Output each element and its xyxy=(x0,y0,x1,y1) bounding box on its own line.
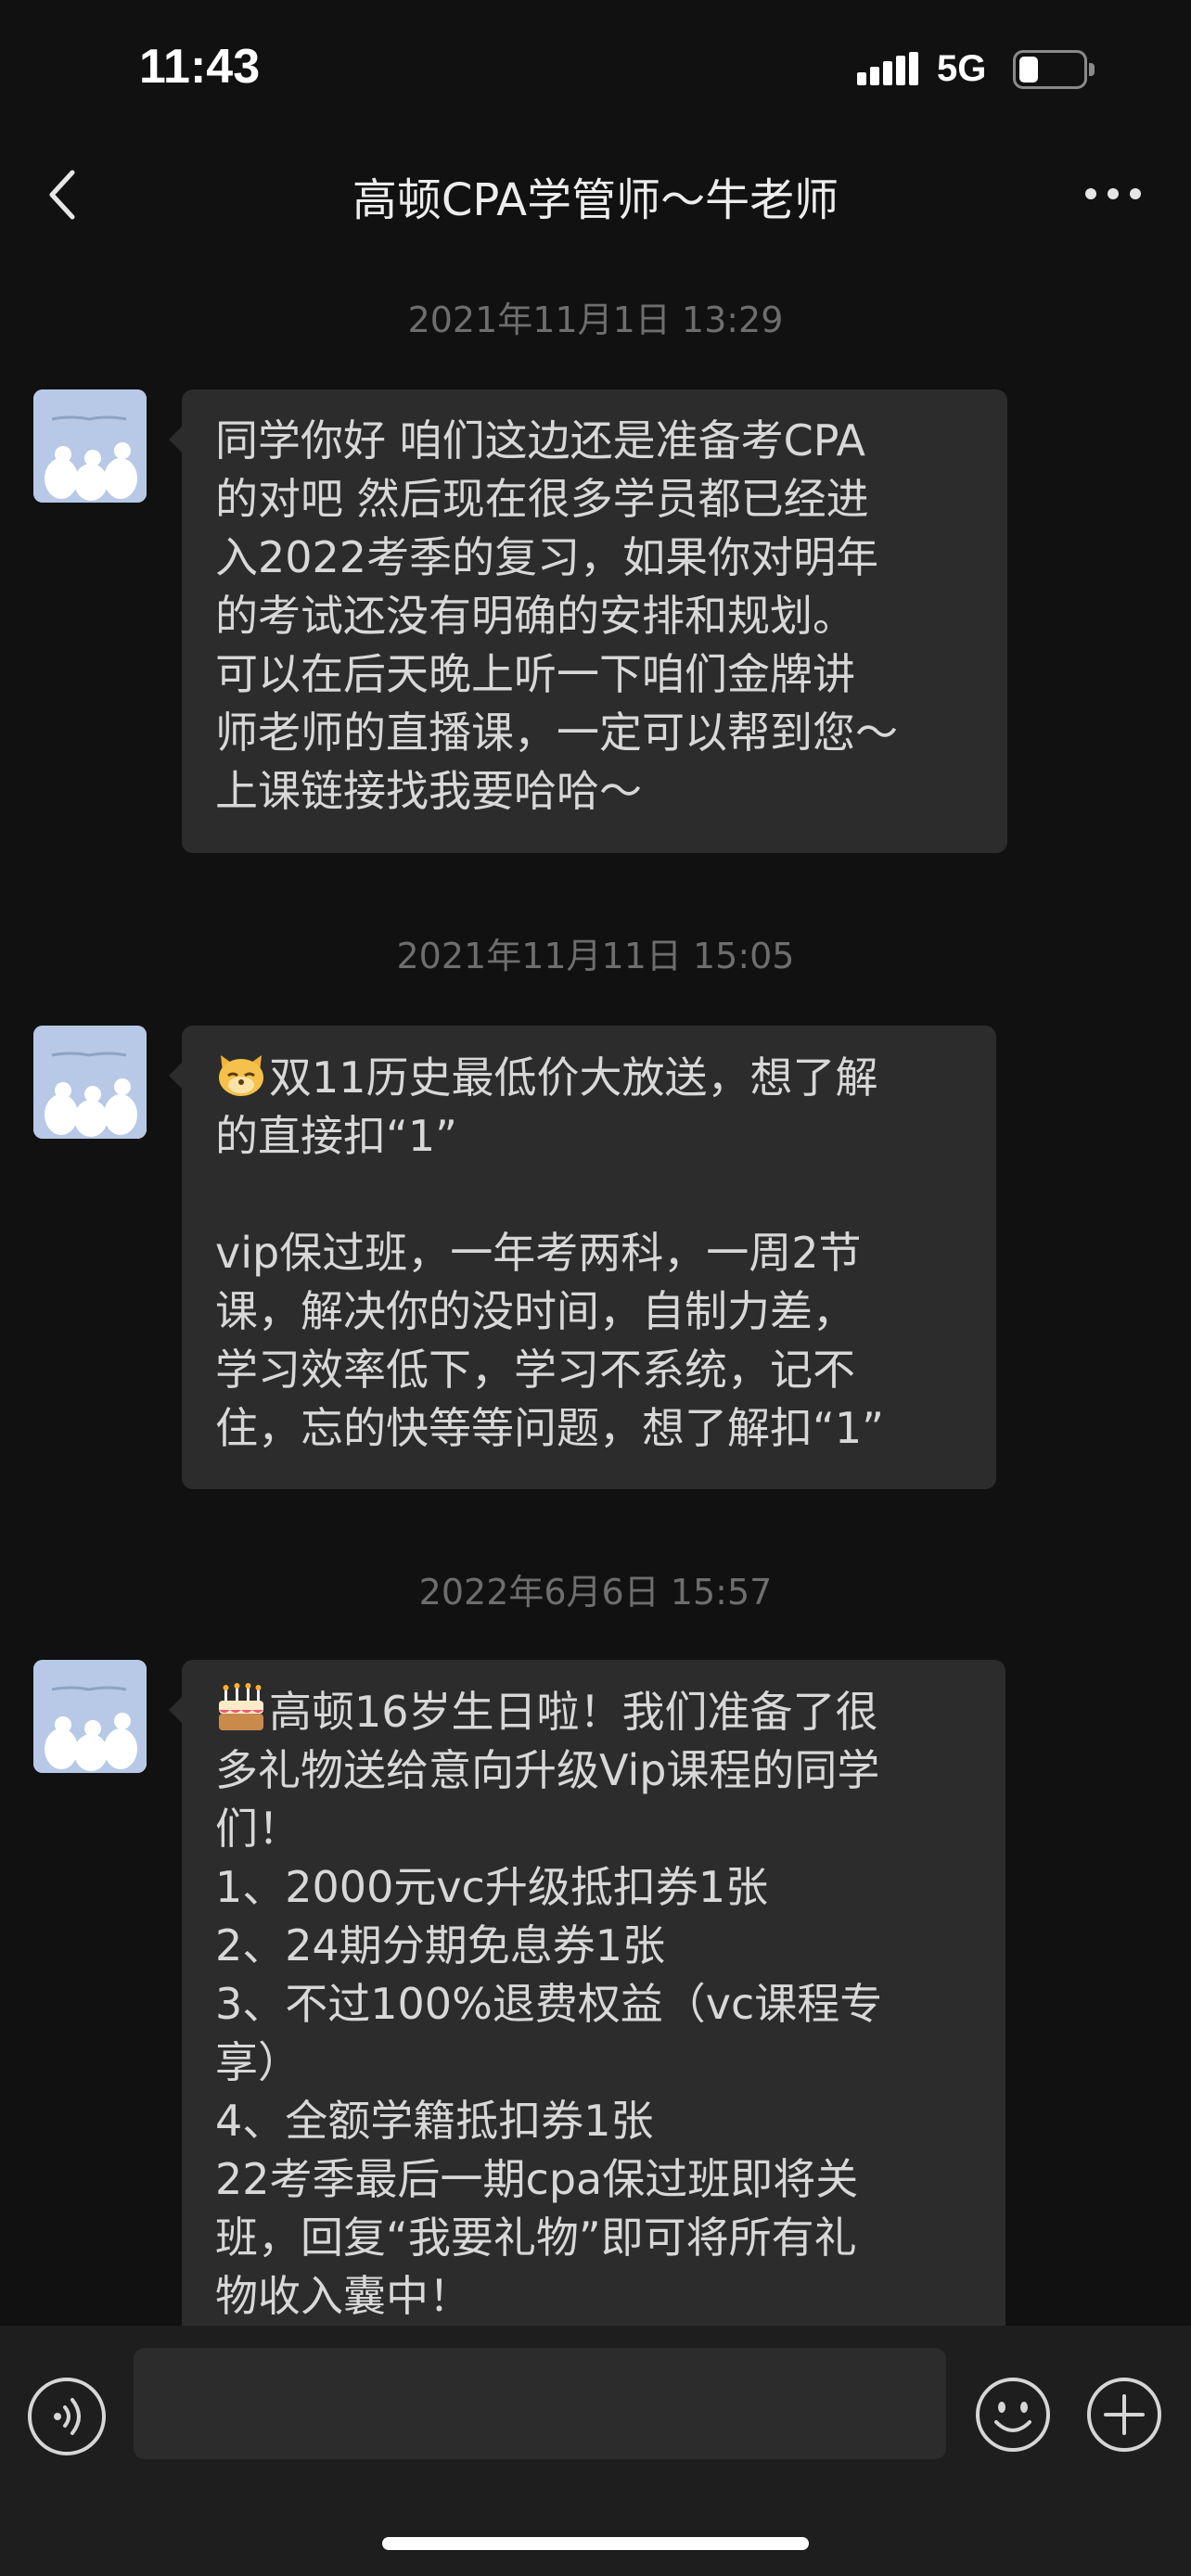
avatar[interactable] xyxy=(33,389,147,503)
message-line: 享） xyxy=(215,2037,301,2087)
cake-emoji-icon xyxy=(215,1682,267,1734)
message-line: 1、2000元vc升级抵扣券1张 xyxy=(215,1862,769,1912)
message-line: 课，解决你的没时间，自制力差， xyxy=(215,1286,855,1336)
message-line: 班，回复“我要礼物”即可将所有礼 xyxy=(215,2213,857,2263)
message-line-with-emoji: 高顿16岁生日啦！我们准备了很 xyxy=(215,1682,974,1741)
message-timestamp: 2021年11月11日 15:05 xyxy=(396,936,795,976)
home-indicator[interactable] xyxy=(382,2537,809,2550)
cat-emoji-icon xyxy=(215,1048,267,1100)
nav-bar: 高顿CPA学管师～牛老师 xyxy=(0,139,1191,250)
plus-icon[interactable] xyxy=(1085,2376,1163,2454)
message-line-with-emoji: 双11历史最低价大放送，想了解 xyxy=(215,1048,965,1107)
message-line: vip保过班，一年考两科，一周2节 xyxy=(215,1228,862,1278)
emoji-icon[interactable] xyxy=(974,2376,1052,2454)
message-line: 双11历史最低价大放送，想了解 xyxy=(269,1052,878,1103)
message-line xyxy=(215,1166,965,1224)
network-type: 5G xyxy=(937,48,987,89)
message-line: 3、不过100%退费权益（vc课程专 xyxy=(215,1979,883,2029)
more-icon[interactable] xyxy=(1083,180,1143,208)
message-line: 上课链接找我要哈哈～ xyxy=(215,766,642,816)
message-line: 高顿16岁生日啦！我们准备了很 xyxy=(269,1687,878,1737)
message-line: 的直接扣“1” xyxy=(215,1111,457,1161)
status-bar: 11:43 5G xyxy=(0,0,1191,139)
voice-icon[interactable] xyxy=(28,2378,106,2455)
message-line: 的考试还没有明确的安排和规划。 xyxy=(215,591,855,641)
message-line: 2、24期分期免息券1张 xyxy=(215,1920,666,1970)
chat-title: 高顿CPA学管师～牛老师 xyxy=(352,174,839,226)
message-bubble[interactable]: 同学你好 咱们这边还是准备考CPA 的对吧 然后现在很多学员都已经进 入2022… xyxy=(169,389,1007,853)
message-line: 们！ xyxy=(215,1804,301,1854)
message-line: 多礼物送给意向升级Vip课程的同学 xyxy=(215,1745,880,1795)
message-line: 4、全额学籍抵扣券1张 xyxy=(215,2096,654,2146)
message-timestamp: 2022年6月6日 15:57 xyxy=(418,1572,773,1613)
message-line: 入2022考季的复习，如果你对明年 xyxy=(215,532,879,582)
message-timestamp: 2021年11月1日 13:29 xyxy=(407,300,784,340)
message-line: 师老师的直播课，一定可以帮到您～ xyxy=(215,708,898,758)
message-line: 学习效率低下，学习不系统，记不 xyxy=(215,1345,855,1395)
message-line: 物收入囊中！ xyxy=(215,2271,471,2321)
message-line: 住，忘的快等等问题，想了解扣“1” xyxy=(215,1403,884,1453)
battery-icon xyxy=(1013,50,1095,89)
chat-area[interactable]: 2021年11月1日 13:29 同学你好 咱们这边还是准备考CPA 的对吧 然… xyxy=(0,250,1191,2326)
message-bubble[interactable]: 双11历史最低价大放送，想了解 的直接扣“1” vip保过班，一年考两科，一周2… xyxy=(169,1026,996,1489)
input-bar xyxy=(0,2326,1191,2576)
avatar[interactable] xyxy=(33,1026,147,1139)
signal-icon xyxy=(857,52,918,85)
message-bubble[interactable]: 高顿16岁生日啦！我们准备了很 多礼物送给意向升级Vip课程的同学 们！ 1、2… xyxy=(169,1660,1005,2326)
message-line: 的对吧 然后现在很多学员都已经进 xyxy=(215,474,869,524)
message-line: 可以在后天晚上听一下咱们金牌讲 xyxy=(215,649,855,699)
status-time: 11:43 xyxy=(139,40,261,94)
message-line: 同学你好 咱们这边还是准备考CPA xyxy=(215,415,866,465)
message-line: 22考季最后一期cpa保过班即将关 xyxy=(215,2154,859,2204)
avatar[interactable] xyxy=(33,1660,147,1773)
message-input[interactable] xyxy=(134,2348,946,2459)
